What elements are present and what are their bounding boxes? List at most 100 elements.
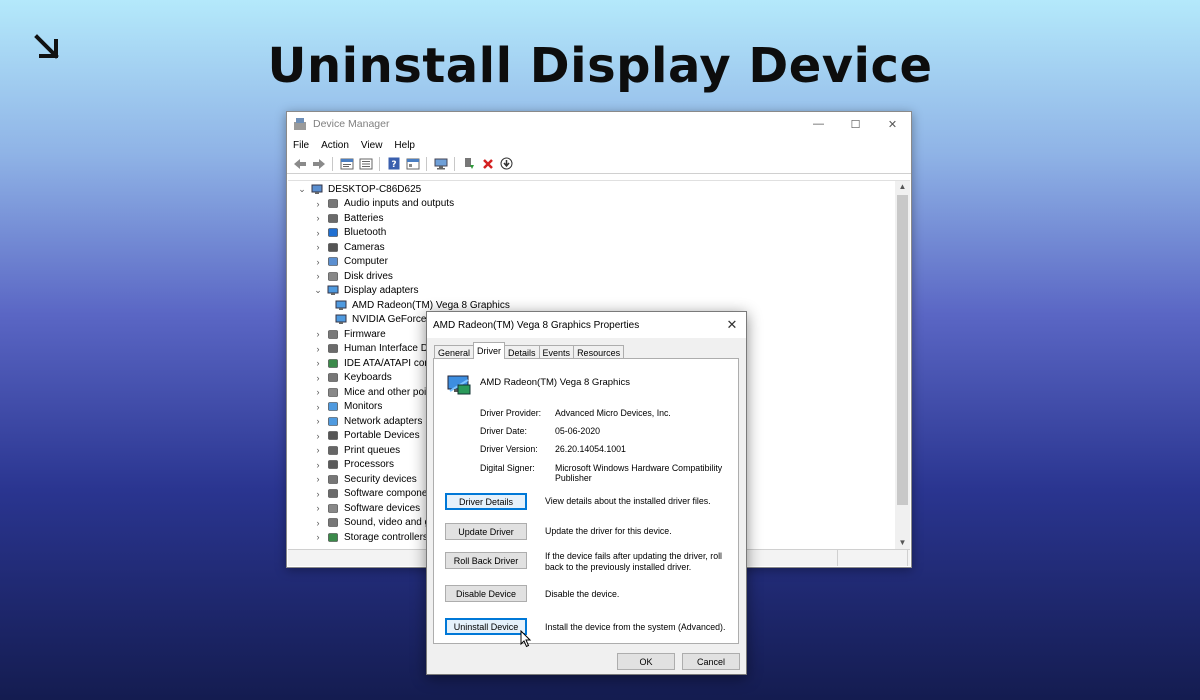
processor-icon: [328, 460, 338, 470]
chevron-right-icon[interactable]: ›: [312, 431, 324, 441]
scan-icon[interactable]: [432, 156, 449, 172]
driver-date-value: 05-06-2020: [555, 426, 600, 436]
forward-icon[interactable]: [310, 156, 327, 172]
chevron-right-icon[interactable]: ›: [312, 344, 324, 354]
dialog-titlebar[interactable]: AMD Radeon(TM) Vega 8 Graphics Propertie…: [427, 312, 746, 338]
chevron-right-icon[interactable]: ›: [312, 489, 324, 499]
tree-category-label: Bluetooth: [344, 227, 387, 239]
tree-category-label: Portable Devices: [344, 430, 420, 442]
tree-root[interactable]: ⌄ DESKTOP-C86D625: [296, 182, 510, 197]
hid-icon: [328, 344, 338, 354]
chevron-right-icon[interactable]: ›: [312, 199, 324, 209]
chevron-right-icon[interactable]: ›: [312, 257, 324, 267]
tree-category[interactable]: › Disk drives: [296, 269, 510, 284]
tab-bar: General Driver Details Events Resources: [434, 342, 625, 359]
vertical-scrollbar[interactable]: ▲ ▼: [895, 181, 910, 549]
uninstall-device-button[interactable]: Uninstall Device: [445, 618, 527, 635]
tree-category-label: Storage controllers: [344, 531, 428, 543]
tree-category-label: Cameras: [344, 241, 385, 253]
tree-category[interactable]: › Audio inputs and outputs: [296, 197, 510, 212]
download-icon[interactable]: [498, 156, 515, 172]
chevron-right-icon[interactable]: ›: [312, 213, 324, 223]
console-icon[interactable]: [404, 156, 421, 172]
chevron-right-icon[interactable]: ›: [312, 387, 324, 397]
menu-file[interactable]: File: [293, 140, 309, 151]
tab-driver[interactable]: Driver: [473, 342, 506, 359]
driver-details-description: View details about the installed driver …: [545, 496, 711, 506]
camera-icon: [328, 242, 338, 252]
update-driver-icon[interactable]: [460, 156, 477, 172]
tab-details[interactable]: Details: [504, 345, 540, 359]
help-icon[interactable]: ?: [385, 156, 402, 172]
driver-provider-value: Advanced Micro Devices, Inc.: [555, 408, 671, 418]
update-driver-button[interactable]: Update Driver: [445, 523, 527, 540]
banner-title: Uninstall Display Device: [267, 38, 933, 94]
uninstall-icon[interactable]: [479, 156, 496, 172]
scroll-down-icon[interactable]: ▼: [895, 537, 910, 549]
cancel-button[interactable]: Cancel: [682, 653, 740, 670]
toolbar-separator: [426, 156, 427, 171]
chevron-right-icon[interactable]: ›: [312, 416, 324, 426]
properties-dialog: AMD Radeon(TM) Vega 8 Graphics Propertie…: [426, 311, 747, 675]
properties-icon[interactable]: [338, 156, 355, 172]
menu-action[interactable]: Action: [321, 140, 349, 151]
display-adapter-icon: [335, 314, 347, 325]
tree-category-label: Firmware: [344, 328, 386, 340]
device-manager-titlebar[interactable]: Device Manager — ☐ ✕: [287, 112, 911, 136]
chevron-right-icon[interactable]: ›: [312, 532, 324, 542]
roll-back-driver-button[interactable]: Roll Back Driver: [445, 552, 527, 569]
status-segment: [838, 550, 908, 566]
chevron-right-icon[interactable]: ›: [312, 373, 324, 383]
menu-view[interactable]: View: [361, 140, 383, 151]
scrollbar-thumb[interactable]: [897, 195, 908, 505]
monitor-icon: [328, 402, 338, 412]
scroll-up-icon[interactable]: ▲: [895, 181, 910, 193]
chevron-right-icon[interactable]: ›: [312, 358, 324, 368]
tree-category-label: Security devices: [344, 473, 417, 485]
maximize-button[interactable]: ☐: [837, 112, 874, 136]
storage-icon: [328, 532, 338, 542]
menu-bar: File Action View Help: [287, 136, 911, 154]
chevron-right-icon[interactable]: ›: [312, 460, 324, 470]
tree-category[interactable]: › Batteries: [296, 211, 510, 226]
tab-general[interactable]: General: [434, 345, 475, 359]
driver-version-label: Driver Version:: [480, 444, 538, 454]
collapse-chevron-icon[interactable]: ⌄: [296, 184, 308, 195]
mouse-icon: [328, 387, 338, 397]
chevron-right-icon[interactable]: ›: [312, 329, 324, 339]
tree-category[interactable]: › Computer: [296, 255, 510, 270]
ok-button[interactable]: OK: [617, 653, 675, 670]
list-icon[interactable]: [357, 156, 374, 172]
chevron-right-icon[interactable]: ›: [312, 228, 324, 238]
sound-icon: [328, 518, 338, 528]
chevron-right-icon[interactable]: ›: [312, 518, 324, 528]
driver-details-button[interactable]: Driver Details: [445, 493, 527, 510]
network-icon: [328, 416, 338, 426]
chevron-right-icon[interactable]: ›: [312, 503, 324, 513]
collapse-chevron-icon[interactable]: ⌄: [312, 285, 324, 296]
tree-category[interactable]: › Bluetooth: [296, 226, 510, 241]
chevron-right-icon[interactable]: ›: [312, 445, 324, 455]
tree-category-label: Disk drives: [344, 270, 393, 282]
chevron-right-icon[interactable]: ›: [312, 271, 324, 281]
disk-icon: [328, 271, 338, 281]
close-icon[interactable]: ✕: [718, 317, 746, 333]
disable-device-button[interactable]: Disable Device: [445, 585, 527, 602]
tree-category[interactable]: › Cameras: [296, 240, 510, 255]
menu-help[interactable]: Help: [394, 140, 415, 151]
tree-category-display-adapters[interactable]: ⌄ Display adapters: [296, 284, 510, 299]
tab-resources[interactable]: Resources: [573, 345, 625, 359]
chevron-right-icon[interactable]: ›: [312, 242, 324, 252]
back-icon[interactable]: [291, 156, 308, 172]
toolbar-separator: [379, 156, 380, 171]
tab-events[interactable]: Events: [538, 345, 575, 359]
bluetooth-icon: [328, 228, 338, 238]
software-device-icon: [328, 503, 338, 513]
close-button[interactable]: ✕: [874, 112, 911, 136]
tree-category-label: Network adapters: [344, 415, 423, 427]
chevron-right-icon[interactable]: ›: [312, 474, 324, 484]
chevron-right-icon[interactable]: ›: [312, 402, 324, 412]
digital-signer-label: Digital Signer:: [480, 463, 535, 473]
security-icon: [328, 474, 338, 484]
minimize-button[interactable]: —: [800, 112, 837, 136]
